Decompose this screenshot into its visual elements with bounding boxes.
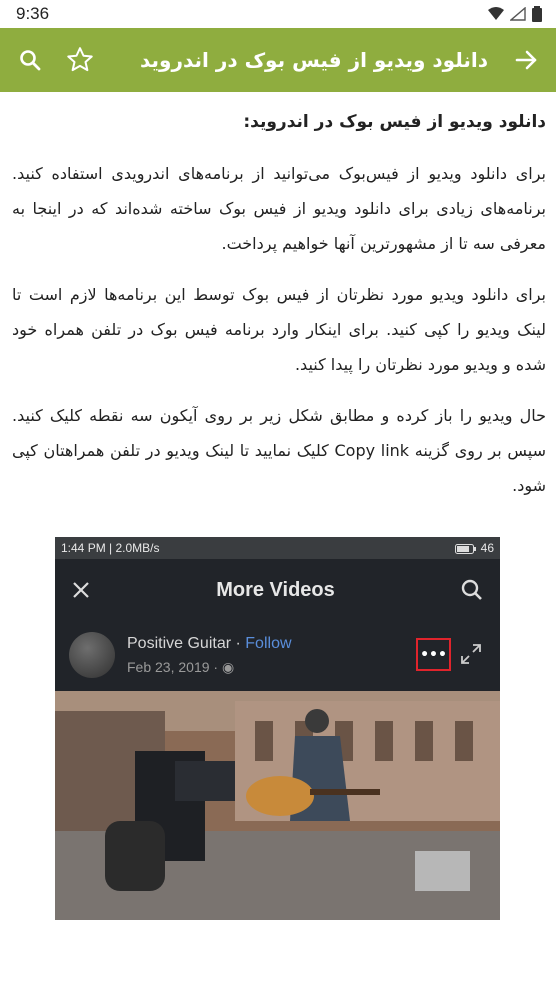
image-status-time: 1:44 PM | 2.0MB/s	[61, 541, 160, 555]
status-bar: 9:36	[0, 0, 556, 28]
video-thumbnail	[55, 691, 500, 920]
image-follow-link: Follow	[245, 635, 292, 652]
globe-icon: ◉	[221, 659, 235, 675]
page-title: دانلود ویدیو از فیس بوک در اندروید	[139, 48, 488, 72]
article-heading: دانلود ویدیو از فیس بوک در اندروید:	[243, 112, 546, 132]
image-post-author: Positive Guitar	[127, 635, 232, 652]
status-icons	[488, 6, 542, 22]
favorite-button[interactable]	[62, 42, 98, 78]
battery-icon	[532, 6, 542, 22]
image-header-title: More Videos	[216, 578, 335, 601]
app-bar: دانلود ویدیو از فیس بوک در اندروید	[0, 28, 556, 92]
image-post-date: Feb 23, 2019 · ◉	[127, 659, 235, 675]
article-paragraph-3: حال ویدیو را باز کرده و مطابق شکل زیر بر…	[12, 406, 547, 495]
close-icon	[73, 582, 89, 598]
image-battery-level: 46	[480, 541, 494, 555]
search-icon	[461, 579, 482, 600]
back-arrow-icon	[515, 50, 537, 70]
wifi-icon	[488, 7, 504, 20]
article-image: 1:44 PM | 2.0MB/s 46 More Videos Positiv…	[55, 537, 500, 920]
article-paragraph-1: برای دانلود ویدیو از فیس‌بوک می‌توانید ا…	[12, 164, 546, 253]
star-icon	[67, 47, 93, 72]
expand-icon	[461, 644, 481, 664]
status-time: 9:36	[16, 4, 50, 23]
search-button[interactable]	[12, 42, 48, 78]
image-post-header: Positive Guitar · Follow Feb 23, 2019 · …	[55, 621, 500, 691]
back-button[interactable]	[508, 42, 544, 78]
signal-icon	[510, 7, 526, 21]
image-more-options-highlight: •••	[416, 638, 451, 671]
image-status-battery: 46	[455, 541, 494, 555]
image-status-bar: 1:44 PM | 2.0MB/s 46	[55, 537, 500, 559]
article-paragraph-2: برای دانلود ویدیو مورد نظرتان از فیس بوک…	[12, 285, 546, 374]
article-content: دانلود ویدیو از فیس بوک در اندروید: برای…	[0, 92, 556, 519]
search-icon	[20, 50, 41, 71]
image-header: More Videos	[55, 559, 500, 621]
avatar	[69, 632, 115, 678]
battery-icon	[455, 543, 477, 554]
image-post-author-line: Positive Guitar · Follow	[127, 635, 292, 652]
